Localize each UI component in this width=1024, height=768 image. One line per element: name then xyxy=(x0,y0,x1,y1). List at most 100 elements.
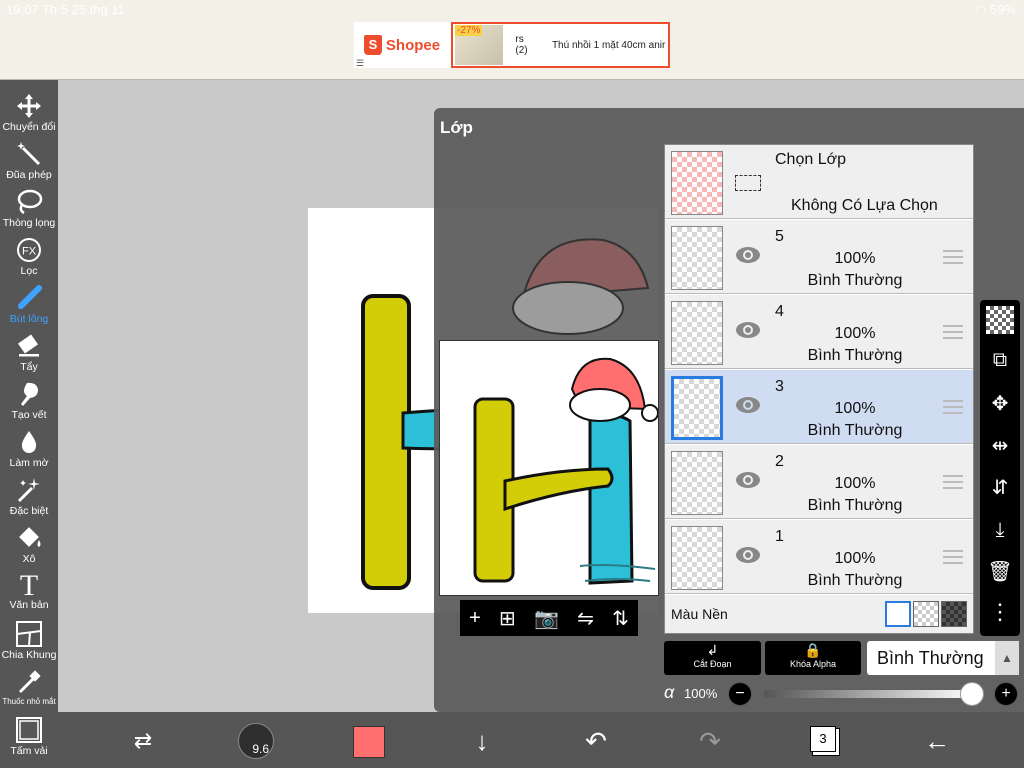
drag-handle-icon[interactable] xyxy=(943,550,963,564)
redo-icon[interactable]: ↷ xyxy=(693,724,727,758)
layer-row-4[interactable]: 4 100% Bình Thường xyxy=(665,295,973,369)
bg-dark-swatch[interactable] xyxy=(941,601,967,627)
layer-thumbnail xyxy=(671,226,723,290)
flip-horizontal-icon[interactable]: ⇋ xyxy=(577,606,594,631)
camera-icon[interactable]: 📷 xyxy=(534,606,559,631)
flip-vertical-icon[interactable]: ⇵ xyxy=(986,474,1014,502)
layer-arrange-icon[interactable]: ⧉ xyxy=(986,346,1014,374)
tool-brush[interactable]: Bút lông xyxy=(0,284,58,325)
selection-thumbnail xyxy=(671,151,723,215)
clipping-button[interactable]: ↲ Cắt Đoạn xyxy=(664,641,761,675)
tool-lasso[interactable]: Thòng lọng xyxy=(0,188,58,229)
swap-brush-eraser-icon[interactable]: ⇄ xyxy=(126,724,160,758)
layers-button[interactable]: 3 xyxy=(810,726,836,752)
tool-transform[interactable]: Chuyển đổi xyxy=(0,92,58,133)
selection-subtitle: Không Có Lựa Chọn xyxy=(791,197,938,214)
tool-blur[interactable]: Làm mờ xyxy=(0,428,58,469)
opacity-decrease-button[interactable]: − xyxy=(728,682,752,706)
canvas-icon xyxy=(16,717,42,743)
move-layer-icon[interactable]: ✥ xyxy=(986,390,1014,418)
drag-handle-icon[interactable] xyxy=(943,400,963,414)
eye-icon[interactable] xyxy=(735,321,761,339)
layer-number: 4 xyxy=(775,303,784,320)
opacity-slider-knob[interactable] xyxy=(960,682,984,706)
arrow-down-icon[interactable]: ↓ xyxy=(465,724,499,758)
eye-icon[interactable] xyxy=(735,246,761,264)
checkerboard-icon[interactable] xyxy=(986,306,1014,334)
move-arrows-icon xyxy=(17,94,41,118)
tool-special[interactable]: Đặc biệt xyxy=(0,476,58,517)
bg-transparent-swatch[interactable] xyxy=(913,601,939,627)
tool-eraser[interactable]: Tẩy xyxy=(0,332,58,373)
layer-thumbnail xyxy=(671,451,723,515)
layer-opacity: 100% xyxy=(834,325,876,342)
trash-icon[interactable]: 🗑 xyxy=(986,558,1014,586)
tool-frame-divider[interactable]: Chia Khung xyxy=(0,620,58,661)
back-arrow-icon[interactable]: ← xyxy=(920,724,954,758)
layer-opacity: 100% xyxy=(834,250,876,267)
brush-size-indicator[interactable]: 9.6 xyxy=(238,723,274,759)
ad-discount-badge: -27% xyxy=(455,25,483,36)
layer-thumbnail xyxy=(671,301,723,365)
layer-thumbnail xyxy=(671,526,723,590)
layer-blend-mode: Bình Thường xyxy=(807,347,903,364)
layer-actions-bar: ⧉ ✥ ⇹ ⇵ ⤓ 🗑 ⋮ xyxy=(980,300,1020,636)
drag-handle-icon[interactable] xyxy=(943,325,963,339)
tool-eyedropper[interactable]: Thuốc nhỏ mắt xyxy=(0,668,58,706)
opacity-slider[interactable] xyxy=(764,690,974,698)
layer-blend-mode: Bình Thường xyxy=(807,272,903,289)
bottom-toolbar: ⇄ 9.6 ↓ ↶ ↷ 3 ← xyxy=(58,712,1024,768)
drag-handle-icon[interactable] xyxy=(943,475,963,489)
tool-bucket[interactable]: Xô xyxy=(0,524,58,565)
tool-text[interactable]: T Văn bản xyxy=(0,570,58,611)
eye-icon[interactable] xyxy=(735,396,761,414)
layer-number: 5 xyxy=(775,228,784,245)
alpha-lock-button[interactable]: 🔒 Khóa Alpha xyxy=(765,641,861,675)
merge-down-icon[interactable]: ⤓ xyxy=(986,516,1014,544)
status-date: Th 5 25 thg 11 xyxy=(41,2,125,17)
bg-white-swatch[interactable] xyxy=(885,601,911,627)
eye-icon[interactable] xyxy=(735,471,761,489)
opacity-row: α 100% − + xyxy=(664,682,1020,706)
lock-icon: 🔒 xyxy=(804,642,822,658)
magic-wand-icon xyxy=(17,142,41,166)
layer-number: 3 xyxy=(775,378,784,395)
layer-row-5[interactable]: 5 100% Bình Thường xyxy=(665,220,973,294)
svg-text:FX: FX xyxy=(22,246,37,258)
brush-icon xyxy=(18,285,42,309)
blur-drop-icon xyxy=(21,431,37,453)
ad-menu-icon[interactable]: ☰ xyxy=(356,58,364,69)
undo-icon[interactable]: ↶ xyxy=(579,724,613,758)
tool-magic-wand[interactable]: Đũa phép xyxy=(0,140,58,181)
opacity-increase-button[interactable]: + xyxy=(994,682,1018,706)
blend-mode-select[interactable]: Bình Thường ▲ xyxy=(867,641,1019,675)
layer-row-3[interactable]: 3 100% Bình Thường xyxy=(665,370,973,444)
layer-row-1[interactable]: 1 100% Bình Thường xyxy=(665,520,973,594)
add-layer-icon[interactable]: + xyxy=(469,607,481,630)
tool-filter[interactable]: FX Lọc xyxy=(0,236,58,277)
drag-handle-icon[interactable] xyxy=(943,250,963,264)
tool-canvas[interactable]: Tấm vải xyxy=(0,716,58,757)
tool-sidebar: Chuyển đổi Đũa phép Thòng lọng FX Lọc Bú… xyxy=(0,80,58,768)
layer-row-2[interactable]: 2 100% Bình Thường xyxy=(665,445,973,519)
flip-horizontal-icon[interactable]: ⇹ xyxy=(986,432,1014,460)
current-color-swatch[interactable] xyxy=(353,726,385,758)
fx-icon: FX xyxy=(17,238,41,262)
preview-artwork xyxy=(473,357,658,585)
preview-toolbar: + ⊞ 📷 ⇋ ⇅ xyxy=(460,600,638,636)
more-options-icon[interactable]: ⋮ xyxy=(986,598,1014,626)
layer-opacity: 100% xyxy=(834,475,876,492)
tool-smudge[interactable]: Tạo vết xyxy=(0,380,58,421)
add-layer-copy-icon[interactable]: ⊞ xyxy=(499,606,516,631)
flip-vertical-icon[interactable]: ⇅ xyxy=(612,606,629,631)
selection-layer-row[interactable]: Chọn Lớp Không Có Lựa Chọn xyxy=(665,145,973,219)
layer-list: Chọn Lớp Không Có Lựa Chọn 5 100% Bình T… xyxy=(664,144,974,634)
shopee-logo: S Shopee xyxy=(354,22,450,68)
eye-icon[interactable] xyxy=(735,546,761,564)
selection-marquee-icon xyxy=(735,175,761,191)
background-label: Màu Nền xyxy=(671,606,728,622)
ad-banner[interactable]: S Shopee -27% rs (2) Thú nhồi 1 mặt 40cm… xyxy=(354,22,670,68)
shopee-bag-icon: S xyxy=(363,35,382,55)
background-color-row: Màu Nền xyxy=(665,595,973,633)
ad-product[interactable]: -27% rs (2) Thú nhồi 1 mặt 40cm anir xyxy=(451,22,670,68)
